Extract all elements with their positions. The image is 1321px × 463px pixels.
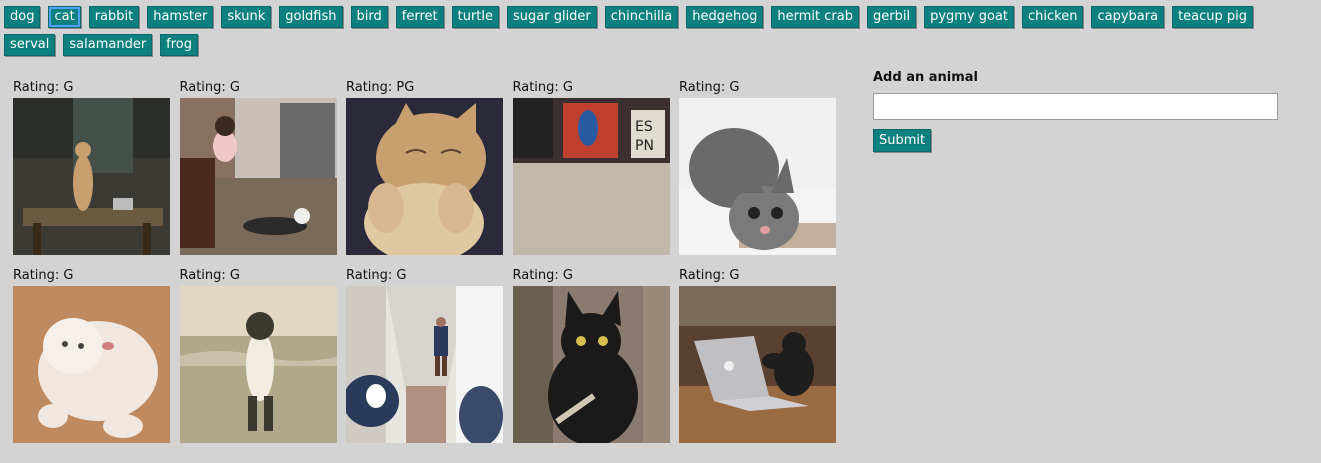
gif-card: Rating: G bbox=[346, 267, 503, 443]
animal-button-dog[interactable]: dog bbox=[4, 6, 41, 28]
animal-button-hamster[interactable]: hamster bbox=[147, 6, 214, 28]
animal-gif[interactable] bbox=[179, 98, 337, 255]
gif-card: Rating: G bbox=[13, 267, 170, 443]
animal-button-chicken[interactable]: chicken bbox=[1022, 6, 1084, 28]
animal-button-turtle[interactable]: turtle bbox=[451, 6, 499, 28]
animal-button-capybara[interactable]: capybara bbox=[1091, 6, 1165, 28]
animal-gif[interactable] bbox=[13, 286, 170, 443]
rating-label: Rating: G bbox=[179, 80, 241, 95]
animal-button-skunk[interactable]: skunk bbox=[221, 6, 272, 28]
rating-label: Rating: G bbox=[512, 268, 574, 283]
animal-gif[interactable] bbox=[346, 286, 503, 443]
gif-card: Rating: G bbox=[679, 267, 836, 443]
animal-gif[interactable] bbox=[512, 286, 670, 443]
add-animal-form: Add an animal Submit bbox=[873, 70, 1279, 152]
rating-label: Rating: G bbox=[13, 80, 74, 95]
rating-label: Rating: G bbox=[512, 80, 574, 95]
animal-button-chinchilla[interactable]: chinchilla bbox=[604, 6, 679, 28]
animal-input[interactable] bbox=[873, 93, 1278, 120]
gif-grid: Rating: G Rating: G Rating: PG Rating: G… bbox=[13, 79, 843, 443]
gif-card: Rating: G bbox=[13, 79, 170, 255]
animal-gif[interactable]: ES PN bbox=[512, 98, 670, 255]
add-animal-label: Add an animal bbox=[873, 70, 979, 85]
animal-button-sugar-glider[interactable]: sugar glider bbox=[507, 6, 597, 28]
rating-label: Rating: G bbox=[13, 268, 74, 283]
animal-button-pygmy-goat[interactable]: pygmy goat bbox=[924, 6, 1015, 28]
rating-label: Rating: G bbox=[679, 268, 740, 283]
svg-text:PN: PN bbox=[635, 138, 654, 154]
gif-card: Rating: G bbox=[512, 267, 670, 443]
animal-button-salamander[interactable]: salamander bbox=[63, 34, 153, 56]
animal-gif[interactable] bbox=[679, 286, 836, 443]
animal-button-cat[interactable]: cat bbox=[48, 6, 81, 28]
rating-label: Rating: G bbox=[179, 268, 241, 283]
animal-button-serval[interactable]: serval bbox=[4, 34, 56, 56]
gif-card: Rating: G bbox=[679, 79, 836, 255]
animal-gif[interactable] bbox=[346, 98, 503, 255]
animal-button-gerbil[interactable]: gerbil bbox=[866, 6, 917, 28]
animal-button-ferret[interactable]: ferret bbox=[395, 6, 444, 28]
rating-label: Rating: G bbox=[679, 80, 740, 95]
gif-card: Rating: G bbox=[179, 267, 337, 443]
rating-label: Rating: G bbox=[346, 268, 407, 283]
animal-buttons: dog cat rabbit hamster skunk goldfish bird ferr… bbox=[4, 6, 1320, 56]
animal-button-hermit-crab[interactable]: hermit crab bbox=[771, 6, 859, 28]
animal-button-bird[interactable]: bird bbox=[350, 6, 388, 28]
gif-card: Rating: PG bbox=[346, 79, 503, 255]
rating-label: Rating: PG bbox=[346, 80, 415, 95]
animal-button-hedgehog[interactable]: hedgehog bbox=[686, 6, 764, 28]
animal-button-rabbit[interactable]: rabbit bbox=[88, 6, 140, 28]
animal-button-goldfish[interactable]: goldfish bbox=[279, 6, 343, 28]
animal-gif[interactable] bbox=[179, 286, 337, 443]
animal-button-frog[interactable]: frog bbox=[160, 34, 199, 56]
gif-card: Rating: G bbox=[179, 79, 337, 255]
animal-gif[interactable] bbox=[13, 98, 170, 255]
svg-text:ES: ES bbox=[635, 119, 653, 135]
animal-gif[interactable] bbox=[679, 98, 836, 255]
animal-button-teacup-pig[interactable]: teacup pig bbox=[1172, 6, 1254, 28]
submit-button[interactable]: Submit bbox=[873, 129, 932, 152]
gif-card: Rating: G ES PN bbox=[512, 79, 670, 255]
